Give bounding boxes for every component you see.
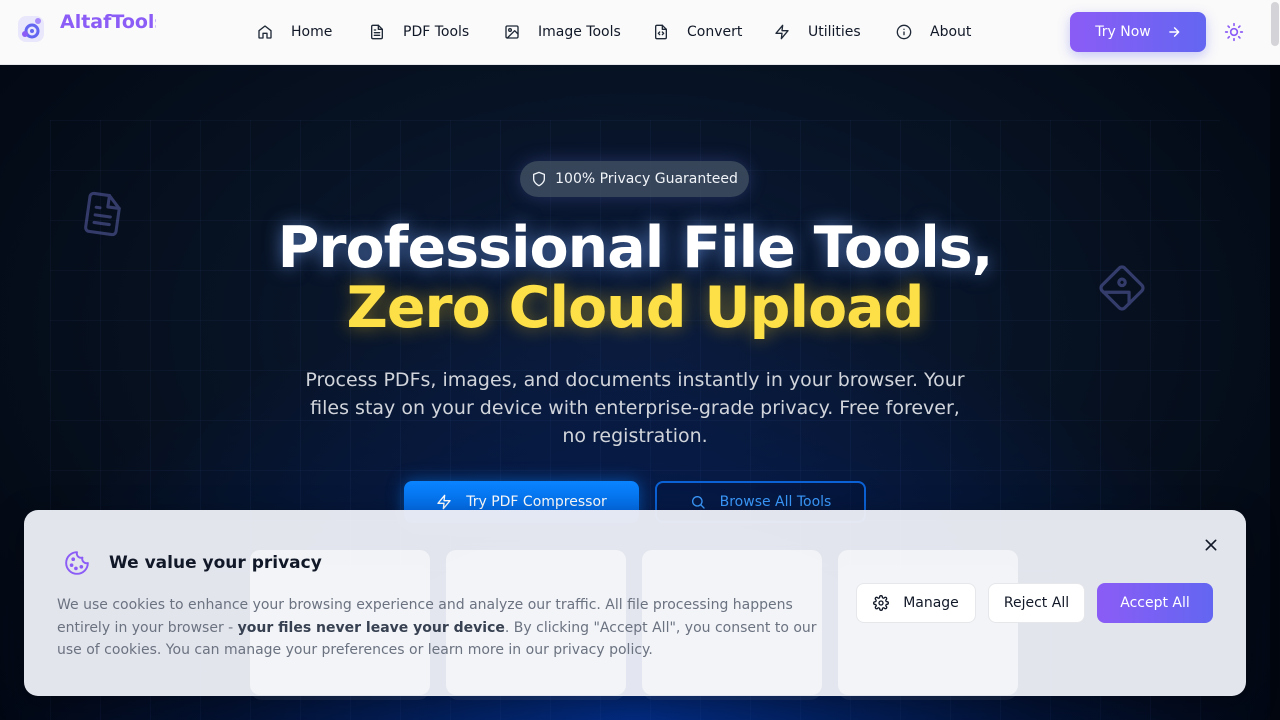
file-text-icon <box>371 24 383 40</box>
try-now-button[interactable]: Try Now <box>1070 12 1206 52</box>
zap-icon <box>437 494 451 510</box>
accept-all-button[interactable]: Accept All <box>1097 583 1213 623</box>
cookie-description: We use cookies to enhance your browsing … <box>57 594 832 662</box>
zap-icon <box>775 24 789 40</box>
cookie-icon <box>65 551 89 575</box>
nav-utilities[interactable]: Utilities <box>774 20 861 44</box>
nav-about-label: About <box>930 24 972 40</box>
brand-name: AltafTools <box>60 11 156 33</box>
cookie-consent-banner: We value your privacy We use cookies to … <box>24 510 1246 696</box>
shield-icon <box>533 171 546 187</box>
theme-toggle-button[interactable] <box>1224 22 1244 42</box>
brand-logo[interactable]: AltafTools <box>16 11 156 44</box>
try-now-label: Try Now <box>1095 24 1151 40</box>
info-icon <box>896 24 912 40</box>
cookie-header: We value your privacy <box>64 550 322 576</box>
scrollbar-thumb[interactable] <box>1271 2 1279 46</box>
home-icon <box>258 25 272 39</box>
try-pdf-compressor-label: Try PDF Compressor <box>466 494 607 510</box>
hero-title: Professional File Tools, Zero Cloud Uplo… <box>0 218 1270 338</box>
privacy-badge: 100% Privacy Guaranteed <box>520 161 749 197</box>
top-navbar: AltafTools Home PDF Tools Image Tools Co… <box>0 0 1280 65</box>
logo-icon <box>16 12 48 44</box>
manage-cookies-label: Manage <box>903 595 959 611</box>
nav-convert[interactable]: Convert <box>653 20 742 44</box>
arrow-right-icon <box>1168 27 1180 37</box>
nav-image-tools-label: Image Tools <box>538 24 621 40</box>
privacy-badge-label: 100% Privacy Guaranteed <box>555 171 738 187</box>
nav-image-tools[interactable]: Image Tools <box>504 20 621 44</box>
nav-utilities-label: Utilities <box>808 24 861 40</box>
cookie-text-emphasis: your files never leave your device <box>237 619 505 636</box>
nav-convert-label: Convert <box>687 24 743 40</box>
file-convert-icon <box>655 24 667 40</box>
hero-subtitle: Process PDFs, images, and documents inst… <box>305 369 965 447</box>
cookie-title: We value your privacy <box>109 553 322 573</box>
sun-icon <box>1224 22 1244 42</box>
nav-pdf-tools-label: PDF Tools <box>403 24 470 40</box>
manage-cookies-button[interactable]: Manage <box>856 583 976 623</box>
search-icon <box>691 496 705 509</box>
page-scrollbar[interactable] <box>1270 0 1280 720</box>
gear-icon <box>873 595 890 611</box>
hero-title-highlight: Zero Cloud Upload <box>346 275 925 341</box>
reject-all-button[interactable]: Reject All <box>988 583 1085 623</box>
accept-all-label: Accept All <box>1120 595 1190 611</box>
nav-pdf-tools[interactable]: PDF Tools <box>369 20 469 44</box>
nav-home[interactable]: Home <box>257 20 332 44</box>
image-icon <box>505 25 519 39</box>
close-icon <box>1205 539 1217 551</box>
browse-all-tools-label: Browse All Tools <box>719 494 832 510</box>
hero-title-line1: Professional File Tools, <box>277 215 994 281</box>
nav-about[interactable]: About <box>896 20 971 44</box>
close-banner-button[interactable] <box>1200 534 1222 556</box>
nav-home-label: Home <box>291 24 333 40</box>
reject-all-label: Reject All <box>1003 595 1070 611</box>
